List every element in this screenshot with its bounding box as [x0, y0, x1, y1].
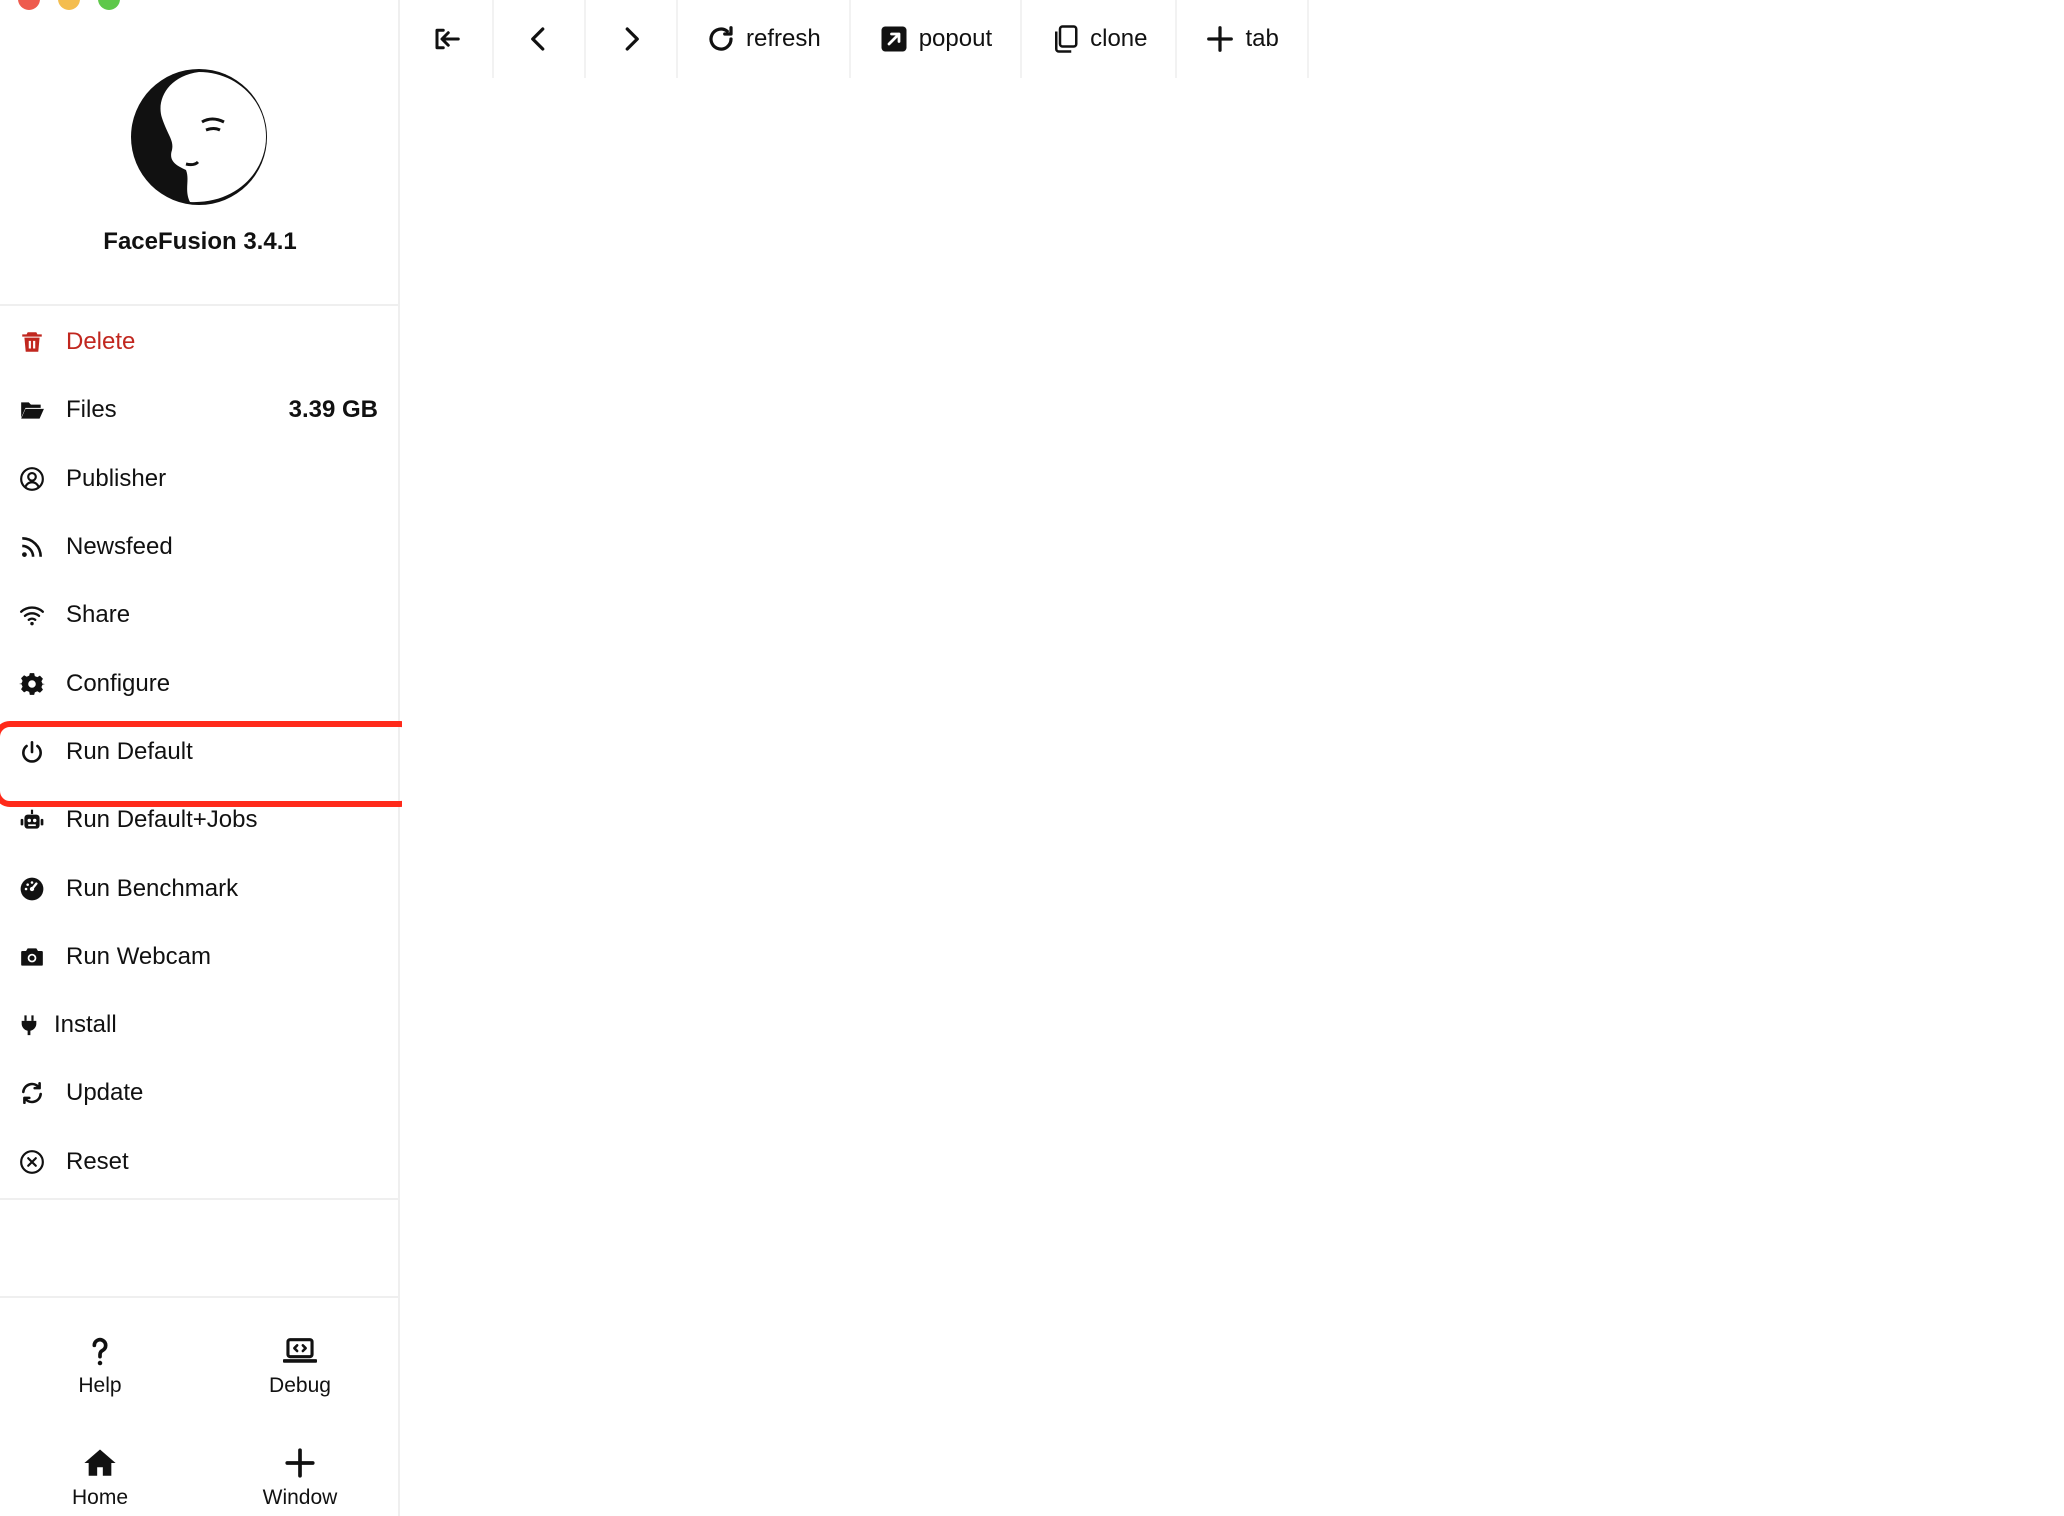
- laptop-code-icon: [283, 1338, 317, 1363]
- refresh-icon: [709, 26, 733, 51]
- app-window: FaceFusion 3.4.1 Delete Files 3.39 GB Pu…: [0, 0, 2064, 1516]
- clone-label: clone: [1090, 25, 1148, 52]
- help-button[interactable]: Help: [0, 1310, 200, 1422]
- home-icon: [84, 1449, 116, 1476]
- arrow-exit-icon: [435, 28, 460, 50]
- close-circle-icon: [18, 1148, 46, 1176]
- gauge-icon: [18, 875, 46, 903]
- sidebar-item-newsfeed[interactable]: Newsfeed: [0, 513, 400, 581]
- sidebar-item-reset[interactable]: Reset: [0, 1128, 400, 1196]
- popout-button[interactable]: popout: [851, 0, 1023, 78]
- new-tab-button[interactable]: tab: [1177, 0, 1309, 78]
- minimize-window-button[interactable]: [58, 0, 80, 10]
- plus-icon: [1207, 26, 1234, 52]
- debug-label: Debug: [269, 1374, 331, 1397]
- app-logo-icon: [131, 69, 267, 205]
- divider: [0, 1198, 400, 1200]
- sidebar-item-label: Run Benchmark: [66, 874, 239, 902]
- forward-button[interactable]: [586, 0, 678, 78]
- folder-open-icon: [18, 396, 46, 424]
- files-size: 3.39 GB: [288, 396, 378, 424]
- sidebar-item-label: Run Webcam: [66, 942, 211, 970]
- sidebar-footer: Help Debug Home Window: [0, 1310, 400, 1516]
- sidebar-item-run-webcam[interactable]: Run Webcam: [0, 923, 400, 991]
- home-label: Home: [71, 1486, 129, 1509]
- camera-icon: [18, 943, 46, 971]
- question-icon: [92, 1337, 108, 1366]
- sidebar-item-share[interactable]: Share: [0, 581, 400, 649]
- sidebar-item-publisher[interactable]: Publisher: [0, 445, 400, 513]
- window-controls: [18, 0, 120, 10]
- sidebar-menu: Delete Files 3.39 GB Publisher Newsfeed …: [0, 308, 416, 1196]
- plug-icon: [18, 1011, 40, 1039]
- sidebar-item-label: Share: [66, 601, 131, 629]
- close-window-button[interactable]: [18, 0, 40, 10]
- content-area: [402, 78, 2064, 1516]
- refresh-button[interactable]: refresh: [678, 0, 851, 78]
- sidebar-item-label: Delete: [66, 328, 136, 356]
- zoom-window-button[interactable]: [98, 0, 120, 10]
- tab-label: tab: [1245, 25, 1279, 52]
- sidebar-item-label: Files: [66, 396, 117, 424]
- browser-toolbar: refresh popout clone tab: [402, 0, 1309, 78]
- help-label: Help: [78, 1374, 122, 1397]
- divider: [0, 1296, 400, 1298]
- home-button[interactable]: Home: [0, 1422, 200, 1516]
- sidebar-item-files[interactable]: Files 3.39 GB: [0, 376, 400, 444]
- robot-icon: [18, 806, 46, 834]
- popout-label: popout: [918, 25, 993, 52]
- sidebar: FaceFusion 3.4.1 Delete Files 3.39 GB Pu…: [0, 0, 416, 1516]
- sidebar-item-update[interactable]: Update: [0, 1059, 400, 1127]
- chevron-left-icon: [531, 27, 545, 51]
- wifi-icon: [18, 601, 46, 629]
- sidebar-item-delete[interactable]: Delete: [0, 308, 400, 376]
- debug-button[interactable]: Debug: [200, 1310, 400, 1422]
- sidebar-item-label: Install: [54, 1011, 117, 1039]
- rss-icon: [18, 533, 46, 561]
- brand-header: FaceFusion 3.4.1: [0, 0, 398, 306]
- refresh-label: refresh: [746, 25, 821, 52]
- sidebar-item-label: Reset: [66, 1147, 129, 1175]
- trash-icon: [18, 328, 46, 356]
- sidebar-item-install[interactable]: Install: [0, 991, 400, 1059]
- sidebar-item-run-benchmark[interactable]: Run Benchmark: [0, 854, 400, 922]
- sidebar-item-label: Newsfeed: [66, 533, 173, 561]
- sidebar-item-label: Publisher: [66, 464, 167, 492]
- copy-icon: [1055, 25, 1078, 53]
- refresh-icon: [18, 1079, 46, 1107]
- sidebar-item-run-default-jobs[interactable]: Run Default+Jobs: [0, 786, 400, 854]
- app-title: FaceFusion 3.4.1: [103, 228, 297, 255]
- exit-button[interactable]: [402, 0, 494, 78]
- user-circle-icon: [18, 465, 46, 493]
- gear-icon: [18, 670, 46, 698]
- new-window-button[interactable]: Window: [200, 1422, 400, 1516]
- sidebar-item-label: Run Default: [66, 737, 193, 765]
- external-link-icon: [881, 26, 907, 52]
- power-icon: [18, 738, 46, 766]
- sidebar-item-run-default[interactable]: Run Default: [0, 718, 416, 808]
- back-button[interactable]: [494, 0, 586, 78]
- window-label: Window: [262, 1486, 338, 1509]
- chevron-right-icon: [625, 27, 639, 51]
- sidebar-item-label: Configure: [66, 669, 171, 697]
- sidebar-item-configure[interactable]: Configure: [0, 649, 400, 717]
- sidebar-item-label: Run Default+Jobs: [66, 806, 258, 834]
- sidebar-item-label: Update: [66, 1079, 144, 1107]
- plus-icon: [285, 1448, 315, 1478]
- clone-button[interactable]: clone: [1022, 0, 1178, 78]
